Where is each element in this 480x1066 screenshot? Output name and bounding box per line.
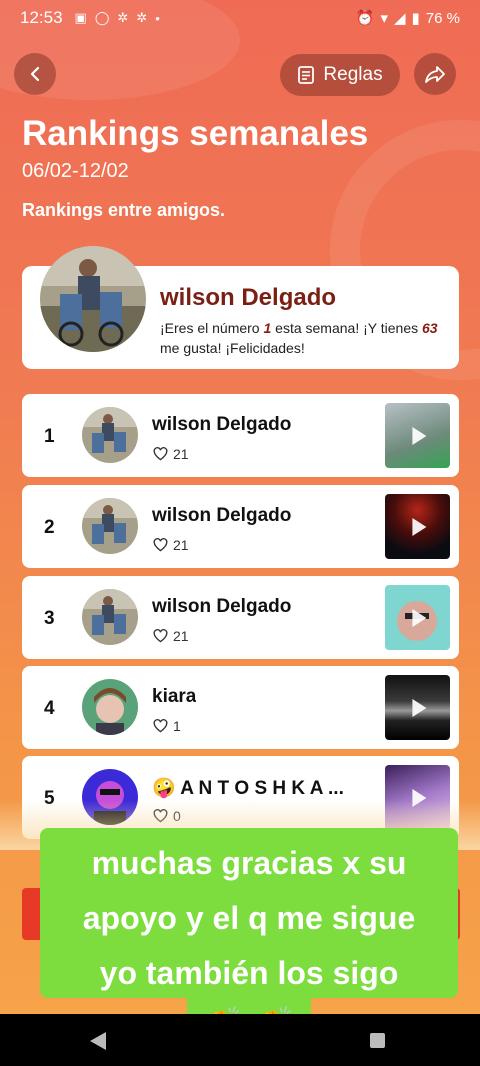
winner-message: ¡Eres el número 1 esta semana! ¡Y tienes… <box>160 318 445 358</box>
page-subtitle: Rankings entre amigos. <box>22 200 226 220</box>
user-name: 🤪 A N T O S H K A ... <box>152 778 344 799</box>
rank-number: 1 <box>44 426 55 447</box>
app-icon: ✲ <box>117 10 129 25</box>
likes-count: 21 <box>153 537 189 553</box>
avatar[interactable] <box>82 407 138 463</box>
rules-button[interactable]: Reglas <box>280 54 400 96</box>
document-icon <box>298 66 315 84</box>
user-name: wilson Delgado <box>152 596 292 617</box>
system-nav-bar <box>0 1014 480 1066</box>
gallery-icon: ▣ <box>74 10 87 25</box>
alarm-icon: ⏰ <box>355 10 375 27</box>
play-icon <box>411 698 426 717</box>
winner-avatar[interactable] <box>40 246 146 352</box>
share-button[interactable] <box>414 53 456 95</box>
caption-line: apoyo y el q me sigue <box>82 900 416 936</box>
battery-level: 76 % <box>425 9 460 27</box>
heart-icon <box>153 447 168 461</box>
ranking-row[interactable]: 2 wilson Delgado 21 <box>22 485 459 568</box>
heart-icon <box>153 538 168 552</box>
date-range: 06/02-12/02 <box>22 160 129 182</box>
dot-icon: • <box>155 10 160 26</box>
play-icon <box>411 517 426 536</box>
app-icon: ✲ <box>136 10 148 25</box>
status-time: 12:53 <box>20 8 63 27</box>
status-bar: 12:53 ▣ ◯ ✲ ✲ • ⏰ ▾ ◢ ▮ 76 % <box>0 0 480 36</box>
ranking-row[interactable]: 3 wilson Delgado 21 <box>22 576 459 659</box>
user-name: kiara <box>152 686 197 707</box>
video-thumbnail[interactable] <box>385 403 450 468</box>
nav-back-icon[interactable] <box>90 1032 106 1050</box>
user-name: wilson Delgado <box>152 505 292 526</box>
winner-likes: 63 <box>422 320 438 336</box>
caption-line: muchas gracias x su <box>91 845 407 881</box>
nav-recents-icon[interactable] <box>370 1033 385 1048</box>
likes-value: 21 <box>173 628 189 644</box>
avatar[interactable] <box>82 589 138 645</box>
wifi-icon: ▾ <box>380 10 388 27</box>
rank-number: 2 <box>44 517 55 538</box>
rules-label: Reglas <box>323 64 383 85</box>
page-title: Rankings semanales <box>22 114 369 153</box>
likes-value: 21 <box>173 537 189 553</box>
winner-msg-mid: esta semana! ¡Y tienes <box>271 320 422 336</box>
likes-value: 1 <box>173 718 181 734</box>
share-icon <box>425 66 445 83</box>
heart-icon <box>153 719 168 733</box>
likes-value: 21 <box>173 446 189 462</box>
ranking-row[interactable]: 1 wilson Delgado 21 <box>22 394 459 477</box>
chevron-left-icon <box>30 66 40 82</box>
heart-icon <box>153 629 168 643</box>
play-icon <box>411 426 426 445</box>
whatsapp-icon: ◯ <box>94 10 110 25</box>
back-button[interactable] <box>14 53 56 95</box>
video-thumbnail[interactable] <box>385 494 450 559</box>
avatar[interactable] <box>82 498 138 554</box>
likes-count: 1 <box>153 718 181 734</box>
rank-number: 4 <box>44 698 55 719</box>
rank-number: 3 <box>44 608 55 629</box>
winner-name: wilson Delgado <box>160 284 337 311</box>
avatar[interactable] <box>82 679 138 735</box>
video-thumbnail[interactable] <box>385 675 450 740</box>
signal-icon: ◢ <box>393 10 406 27</box>
play-icon <box>411 608 426 627</box>
avatar-photo <box>40 246 146 352</box>
user-name: wilson Delgado <box>152 414 292 435</box>
caption-overlay: muchas gracias x su apoyo y el q me sigu… <box>40 828 458 998</box>
winner-msg-post: me gusta! ¡Felicidades! <box>160 340 305 356</box>
video-thumbnail[interactable] <box>385 585 450 650</box>
battery-icon: ▮ <box>411 10 420 27</box>
ranking-row[interactable]: 4 kiara 1 <box>22 666 459 749</box>
likes-count: 21 <box>153 446 189 462</box>
likes-count: 21 <box>153 628 189 644</box>
winner-msg-pre: ¡Eres el número <box>160 320 264 336</box>
